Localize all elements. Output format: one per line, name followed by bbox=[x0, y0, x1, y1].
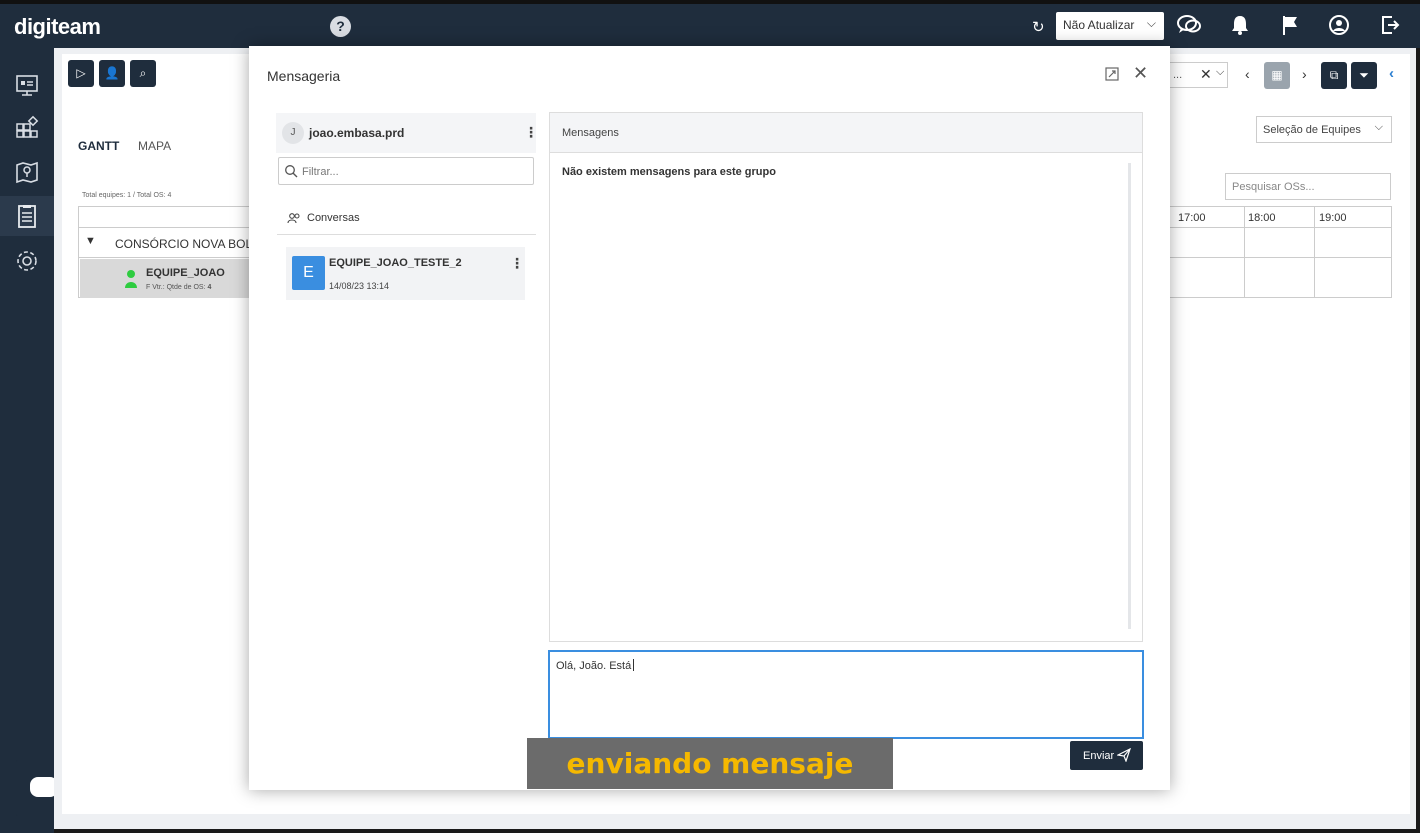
conversation-name: EQUIPE_JOAO_TESTE_2 bbox=[329, 257, 462, 269]
next-arrow-icon[interactable]: › bbox=[1302, 66, 1307, 82]
modal-title: Mensageria bbox=[267, 68, 341, 84]
text-caret bbox=[633, 659, 635, 671]
close-icon[interactable]: ✕ bbox=[1133, 63, 1148, 84]
user-circle-icon[interactable] bbox=[1326, 14, 1352, 42]
team-selection-value: Seleção de Equipes bbox=[1263, 124, 1361, 136]
bell-icon[interactable] bbox=[1227, 14, 1253, 42]
message-compose-input[interactable]: Olá, João. Está bbox=[548, 650, 1144, 739]
filter-button[interactable]: ⏷ bbox=[1351, 62, 1377, 89]
collapse-arrow-icon[interactable]: ‹ bbox=[1389, 65, 1394, 82]
messaging-modal: Mensageria ✕ J joao.embasa.prd ⋮ Convers… bbox=[249, 46, 1170, 790]
map-icon[interactable] bbox=[14, 159, 40, 185]
totals-text: Total equipes: 1 / Total OS: 4 bbox=[82, 192, 172, 199]
team-name: EQUIPE_JOAO bbox=[146, 267, 225, 279]
hour-label: 18:00 bbox=[1248, 212, 1276, 224]
conversation-date: 14/08/23 13:14 bbox=[329, 281, 390, 291]
user-name: joao.embasa.prd bbox=[309, 126, 405, 140]
users-icon bbox=[287, 213, 300, 224]
kebab-menu-icon[interactable]: ⋮ bbox=[510, 255, 524, 272]
search-user-button[interactable]: ⌕ bbox=[130, 60, 156, 87]
team-os-count: 4 bbox=[207, 284, 212, 291]
clear-x-icon[interactable]: ✕ bbox=[1200, 66, 1212, 83]
hour-divider bbox=[1244, 207, 1245, 297]
team-row[interactable]: EQUIPE_JOAO F Vtr.: Qtde de OS: 4 bbox=[80, 259, 250, 298]
filter-field bbox=[278, 157, 534, 185]
kebab-menu-icon[interactable]: ⋮ bbox=[524, 124, 538, 141]
filter-input[interactable] bbox=[302, 162, 527, 181]
chevron-down-icon: ⌵ bbox=[1374, 121, 1383, 133]
play-button[interactable]: ▷ bbox=[68, 60, 94, 87]
messages-panel: Mensagens Não existem mensagens para est… bbox=[549, 112, 1143, 642]
send-button-label: Enviar bbox=[1083, 750, 1115, 762]
refresh-icon[interactable]: ↻ bbox=[1032, 18, 1045, 36]
team-selection-select[interactable]: Seleção de Equipes ⌵ bbox=[1256, 116, 1392, 143]
paper-plane-icon bbox=[1117, 748, 1131, 762]
calendar-button[interactable]: ▦ bbox=[1264, 62, 1290, 89]
refresh-interval-value: Não Atualizar bbox=[1063, 18, 1135, 32]
top-bar: digiteam ? ↻ Não Atualizar ⌵ bbox=[0, 0, 1420, 48]
conversation-item[interactable]: E EQUIPE_JOAO_TESTE_2 14/08/23 13:14 ⋮ bbox=[286, 247, 525, 300]
clipboard-icon[interactable] bbox=[14, 203, 40, 229]
team-sub: F Vtr.: Qtde de OS: 4 bbox=[146, 284, 211, 291]
video-caption: enviando mensaje bbox=[527, 738, 893, 789]
search-icon bbox=[285, 165, 298, 178]
hour-label: 19:00 bbox=[1319, 212, 1347, 224]
search-os-input[interactable]: Pesquisar OSs... bbox=[1225, 173, 1391, 200]
prev-arrow-icon[interactable]: ‹ bbox=[1245, 66, 1250, 82]
conversation-avatar: E bbox=[292, 256, 325, 290]
avatar: J bbox=[282, 122, 304, 144]
chat-icon[interactable] bbox=[1176, 14, 1202, 42]
send-button[interactable]: Enviar bbox=[1070, 741, 1143, 770]
help-icon[interactable]: ? bbox=[330, 16, 351, 37]
messages-header-label: Mensagens bbox=[562, 127, 619, 139]
tab-gantt[interactable]: GANTT bbox=[78, 139, 119, 153]
hour-divider bbox=[1314, 207, 1315, 297]
conversations-label: Conversas bbox=[307, 212, 360, 224]
modules-icon[interactable] bbox=[14, 115, 40, 141]
messages-scrollbar[interactable] bbox=[1128, 163, 1131, 629]
expand-icon[interactable] bbox=[1105, 67, 1119, 81]
current-user-card: J joao.embasa.prd ⋮ bbox=[276, 113, 538, 153]
chevron-down-icon: ⌵ bbox=[1146, 16, 1156, 30]
person-icon bbox=[125, 270, 137, 288]
team-sub-label: F Vtr.: Qtde de OS: bbox=[146, 284, 206, 291]
hour-label: 17:00 bbox=[1178, 212, 1206, 224]
compose-value: Olá, João. Está bbox=[556, 659, 635, 672]
refresh-interval-select[interactable]: Não Atualizar ⌵ bbox=[1056, 12, 1164, 40]
divider bbox=[277, 234, 536, 235]
dashboard-icon[interactable] bbox=[14, 72, 40, 98]
sidebar bbox=[0, 48, 54, 833]
logout-icon[interactable] bbox=[1377, 14, 1403, 42]
tab-mapa[interactable]: MAPA bbox=[138, 139, 171, 153]
background-select-value: ... bbox=[1173, 69, 1183, 81]
chevron-down-icon[interactable]: ⌵ bbox=[1216, 66, 1224, 79]
empty-messages-text: Não existem mensagens para este grupo bbox=[562, 166, 776, 178]
collapse-triangle-icon[interactable]: ▼ bbox=[85, 235, 96, 247]
hierarchy-button[interactable]: ⧉ bbox=[1321, 62, 1347, 89]
settings-icon[interactable] bbox=[14, 248, 40, 274]
group-label: CONSÓRCIO NOVA BOLAN bbox=[115, 237, 269, 251]
compose-text: Olá, João. Está bbox=[556, 660, 632, 672]
messages-header: Mensagens bbox=[550, 113, 1142, 153]
app-logo[interactable]: digiteam bbox=[14, 14, 101, 40]
add-user-button[interactable]: 👤 bbox=[99, 60, 125, 87]
flag-icon[interactable] bbox=[1277, 14, 1303, 42]
